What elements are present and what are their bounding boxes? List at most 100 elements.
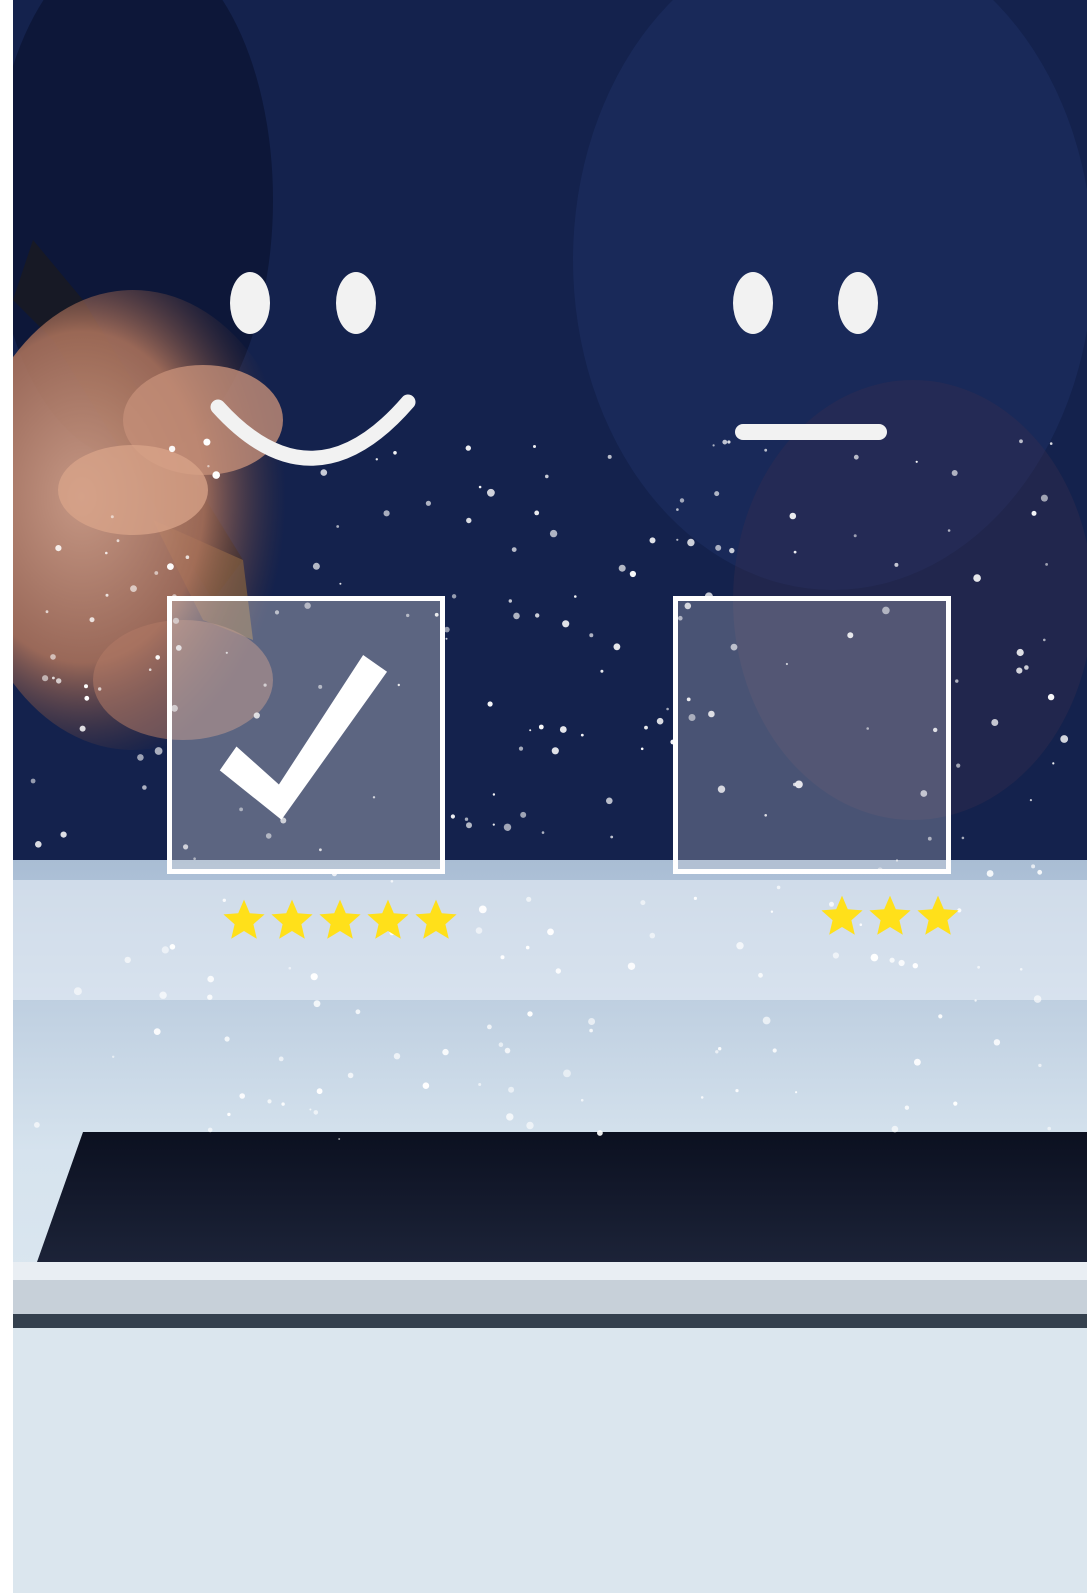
sparkle-dot bbox=[1033, 995, 1042, 1003]
sparkle-dot bbox=[938, 1014, 943, 1019]
sparkle-dot bbox=[42, 675, 49, 682]
sparkle-dot bbox=[986, 870, 994, 877]
sparkle-dot bbox=[795, 1091, 798, 1094]
checkbox-neutral[interactable] bbox=[673, 596, 951, 874]
sparkle-dot bbox=[465, 445, 471, 451]
sparkle-dot bbox=[1043, 638, 1046, 642]
sparkle-dot bbox=[84, 684, 88, 689]
sparkle-dot bbox=[676, 508, 679, 511]
sparkle-dot bbox=[110, 515, 114, 519]
left-margin-strip bbox=[0, 0, 13, 1593]
sparkle-dot bbox=[316, 1088, 323, 1095]
sparkle-dot bbox=[45, 610, 49, 614]
sparkle-dot bbox=[772, 1048, 777, 1053]
star-icon bbox=[364, 896, 412, 944]
sparkle-dot bbox=[185, 555, 190, 559]
sparkle-dot bbox=[116, 539, 120, 543]
sparkle-dot bbox=[1049, 442, 1053, 445]
sparkle-dot bbox=[98, 687, 102, 691]
sparkle-dot bbox=[154, 747, 163, 755]
sparkle-dot bbox=[508, 599, 512, 603]
sparkle-dot bbox=[466, 822, 472, 829]
sparkle-dot bbox=[1037, 869, 1043, 875]
sparkle-dot bbox=[629, 570, 637, 578]
sparkle-dot bbox=[309, 1108, 312, 1111]
sparkle-dot bbox=[310, 973, 318, 981]
sparkle-dot bbox=[475, 927, 483, 934]
sparkle-dot bbox=[793, 550, 797, 554]
sparkle-dot bbox=[355, 1009, 361, 1015]
star-icon bbox=[220, 896, 268, 944]
sparkle-dot bbox=[393, 1053, 401, 1060]
sparkle-dot bbox=[891, 1125, 899, 1133]
sparkle-dot bbox=[1060, 735, 1069, 743]
sparkle-dot bbox=[953, 1101, 958, 1106]
sparkle-dot bbox=[574, 595, 577, 598]
sparkle-dot bbox=[137, 754, 144, 761]
star-icon bbox=[316, 896, 364, 944]
sparkle-dot bbox=[55, 545, 62, 552]
sparkle-dot bbox=[526, 896, 532, 902]
sparkle-dot bbox=[1052, 762, 1055, 765]
sparkle-dot bbox=[450, 814, 455, 819]
sparkle-dot bbox=[1024, 665, 1029, 670]
sparkle-dot bbox=[518, 746, 524, 751]
sparkle-dot bbox=[130, 585, 137, 592]
left-eye bbox=[733, 272, 773, 334]
sparkle-dot bbox=[1040, 494, 1048, 502]
smiley-face-icon bbox=[203, 272, 433, 472]
sparkle-dot bbox=[525, 945, 530, 950]
sparkle-dot bbox=[336, 525, 340, 528]
sparkle-dot bbox=[1045, 563, 1048, 566]
sparkle-dot bbox=[390, 880, 394, 883]
sparkle-dot bbox=[762, 1016, 771, 1025]
sparkle-dot bbox=[1031, 864, 1036, 869]
sparkle-dot bbox=[506, 1113, 514, 1121]
sparkle-dot bbox=[35, 841, 42, 848]
sparkle-dot bbox=[529, 729, 532, 732]
neutral-mouth bbox=[735, 424, 887, 440]
sparkle-dot bbox=[562, 620, 570, 628]
sparkle-dot bbox=[207, 1127, 213, 1133]
sparkle-dot bbox=[212, 471, 220, 479]
sparkle-dot bbox=[1016, 667, 1023, 674]
sparkle-dot bbox=[947, 529, 951, 532]
star-icon bbox=[866, 892, 914, 940]
sparkle-dot bbox=[154, 571, 159, 575]
sparkle-dot bbox=[729, 547, 735, 554]
sparkle-dot bbox=[589, 1028, 593, 1033]
sparkle-dot bbox=[656, 717, 664, 725]
sparkle-dot bbox=[736, 942, 744, 950]
check-mark-icon bbox=[219, 655, 388, 820]
sparkle-dot bbox=[338, 1138, 341, 1140]
sparkle-dot bbox=[487, 701, 493, 707]
sparkle-dot bbox=[1038, 1063, 1042, 1068]
sparkle-dot bbox=[870, 953, 879, 962]
sparkle-dot bbox=[60, 831, 67, 838]
sparkle-dot bbox=[961, 836, 965, 840]
sparkle-dot bbox=[640, 900, 646, 906]
sparkle-dot bbox=[1019, 439, 1023, 444]
sparkle-dot bbox=[142, 785, 147, 790]
sparkle-dot bbox=[676, 538, 679, 541]
sparkle-dot bbox=[1016, 648, 1024, 657]
sparkle-dot bbox=[618, 564, 626, 572]
sparkle-dot bbox=[52, 676, 55, 680]
sparkle-dot bbox=[715, 1050, 719, 1054]
sparkle-dot bbox=[545, 474, 549, 479]
sparkle-dot bbox=[534, 510, 540, 516]
sparkle-dot bbox=[535, 613, 540, 618]
sparkle-dot bbox=[700, 1096, 704, 1099]
sparkle-dot bbox=[613, 643, 621, 651]
sparkle-dot bbox=[898, 959, 905, 967]
checkbox-satisfied[interactable] bbox=[167, 596, 445, 874]
sparkle-dot bbox=[148, 668, 152, 671]
sparkle-dot bbox=[758, 972, 763, 978]
sparkle-dot bbox=[422, 1082, 430, 1089]
star-icon bbox=[818, 892, 866, 940]
sparkle-dot bbox=[339, 582, 342, 585]
sparkle-dot bbox=[600, 669, 604, 673]
sparkle-dot bbox=[714, 491, 720, 497]
sparkle-dot bbox=[30, 778, 36, 784]
sparkle-dot bbox=[889, 957, 895, 963]
